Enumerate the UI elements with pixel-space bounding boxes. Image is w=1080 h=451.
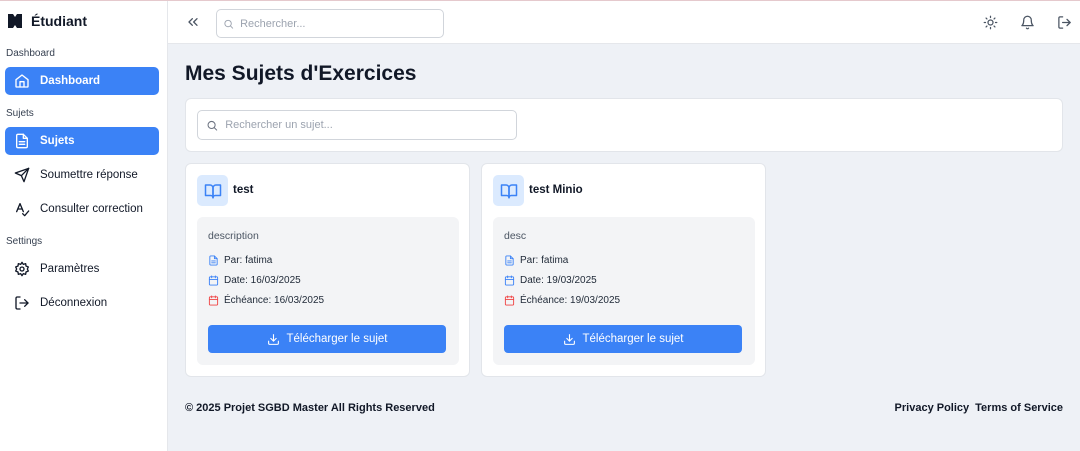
top-search-input[interactable] xyxy=(240,17,443,30)
download-button-label: Télécharger le sujet xyxy=(582,333,684,345)
download-button-label: Télécharger le sujet xyxy=(286,333,388,345)
card-body: description Par: fatima Date: 16/03/2025… xyxy=(197,217,459,365)
app-title: Étudiant xyxy=(31,13,87,29)
download-icon xyxy=(563,333,575,345)
top-search-box xyxy=(216,9,444,38)
document-icon xyxy=(505,255,514,266)
sidebar-item-label: Déconnexion xyxy=(40,297,108,309)
card-icon-box xyxy=(493,175,524,206)
gear-icon xyxy=(15,261,29,277)
subject-search-input[interactable] xyxy=(225,119,516,131)
card-author-text: Par: fatima xyxy=(520,255,569,266)
sidebar-item-label: Consulter correction xyxy=(40,203,143,215)
logout-icon xyxy=(15,296,29,310)
book-icon xyxy=(204,183,221,198)
card-author: Par: fatima xyxy=(208,255,272,266)
search-icon xyxy=(207,120,218,131)
sidebar-item-correction[interactable]: Consulter correction xyxy=(5,195,159,223)
calendar-icon xyxy=(208,275,219,286)
card-deadline-text: Échéance: 19/03/2025 xyxy=(520,295,621,306)
card-date: Date: 19/03/2025 xyxy=(504,275,597,286)
card-title: test Minio xyxy=(529,184,583,196)
card-description: description xyxy=(208,230,259,242)
card-icon-box xyxy=(197,175,228,206)
sidebar-item-soumettre[interactable]: Soumettre réponse xyxy=(5,161,159,189)
sidebar: Étudiant Dashboard Dashboard Sujets Suje… xyxy=(0,1,168,451)
terms-of-service-link[interactable]: Terms of Service xyxy=(975,402,1063,414)
sidebar-item-label: Dashboard xyxy=(40,75,101,87)
sidebar-item-label: Sujets xyxy=(40,135,75,147)
home-icon xyxy=(15,74,29,88)
calendar-icon xyxy=(504,275,515,286)
section-label-sujets: Sujets xyxy=(6,108,34,119)
card-author: Par: fatima xyxy=(504,255,568,266)
footer-copyright: © 2025 Projet SGBD Master All Rights Res… xyxy=(185,402,435,414)
footer-links: Privacy Policy Terms of Service xyxy=(895,402,1063,414)
card-title: test xyxy=(233,184,254,196)
page-title: Mes Sujets d'Exercices xyxy=(185,62,417,85)
privacy-policy-link[interactable]: Privacy Policy xyxy=(895,402,970,414)
card-deadline: Échéance: 16/03/2025 xyxy=(208,295,324,306)
spellcheck-icon xyxy=(16,203,30,217)
card-deadline: Échéance: 19/03/2025 xyxy=(504,295,620,306)
card-description: desc xyxy=(504,230,527,242)
section-label-dashboard: Dashboard xyxy=(6,48,55,59)
document-icon xyxy=(209,255,218,266)
logout-icon[interactable] xyxy=(1057,15,1072,30)
card-body: desc Par: fatima Date: 19/03/2025 Échéan… xyxy=(493,217,755,365)
brand[interactable]: Étudiant xyxy=(7,10,87,32)
send-icon xyxy=(14,167,30,183)
sidebar-item-deconnexion[interactable]: Déconnexion xyxy=(5,289,159,317)
book-icon xyxy=(500,183,517,198)
sidebar-item-dashboard[interactable]: Dashboard xyxy=(5,67,159,95)
document-icon xyxy=(16,133,28,149)
logo-icon xyxy=(8,14,22,28)
calendar-icon xyxy=(504,295,515,306)
sidebar-item-label: Paramètres xyxy=(40,263,100,275)
collapse-icon[interactable] xyxy=(185,14,201,30)
sidebar-item-label: Soumettre réponse xyxy=(40,169,138,181)
bell-icon[interactable] xyxy=(1020,15,1035,30)
card-date-text: Date: 16/03/2025 xyxy=(224,275,301,286)
card-deadline-text: Échéance: 16/03/2025 xyxy=(224,295,325,306)
search-icon xyxy=(224,19,234,29)
subject-card: test Minio desc Par: fatima Date: 19/03/… xyxy=(481,163,766,377)
card-date: Date: 16/03/2025 xyxy=(208,275,301,286)
subject-card: test description Par: fatima Date: 16/03… xyxy=(185,163,470,377)
download-icon xyxy=(267,333,279,345)
download-subject-button[interactable]: Télécharger le sujet xyxy=(208,325,446,353)
topbar xyxy=(168,1,1080,44)
sidebar-item-sujets[interactable]: Sujets xyxy=(5,127,159,155)
sun-icon[interactable] xyxy=(983,15,998,30)
card-author-text: Par: fatima xyxy=(224,255,273,266)
section-label-settings: Settings xyxy=(6,236,43,247)
calendar-icon xyxy=(208,295,219,306)
download-subject-button[interactable]: Télécharger le sujet xyxy=(504,325,742,353)
subject-search-box xyxy=(197,110,517,140)
search-panel xyxy=(185,98,1063,152)
sidebar-item-parametres[interactable]: Paramètres xyxy=(5,255,159,283)
card-date-text: Date: 19/03/2025 xyxy=(520,275,597,286)
